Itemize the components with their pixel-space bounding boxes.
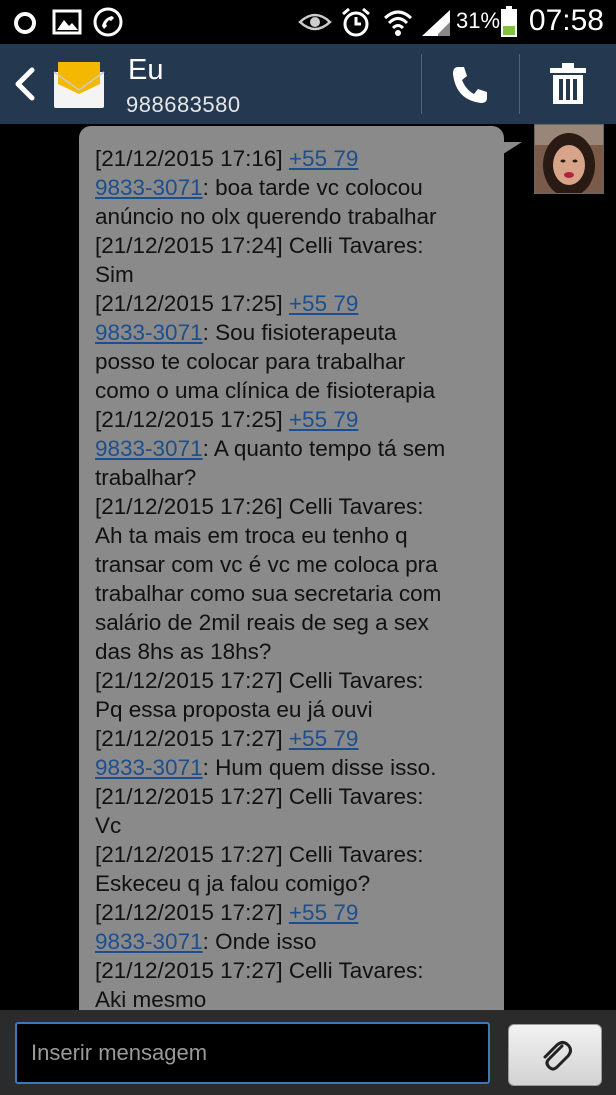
message-segment: [21/12/2015 17:26] Celli Tavares: — [95, 494, 424, 519]
message-segment: transar com vc é vc me coloca pra — [95, 552, 438, 577]
phone-icon[interactable] — [450, 64, 490, 111]
message-segment: Ah ta mais em troca eu tenho q — [95, 523, 408, 548]
message-line: Vc — [95, 811, 499, 840]
message-line: transar com vc é vc me coloca pra — [95, 550, 499, 579]
phone-number-link[interactable]: +55 79 — [289, 407, 358, 432]
phone-number-link[interactable]: 9833-3071 — [95, 175, 203, 200]
alarm-icon — [340, 6, 372, 43]
message-segment: [21/12/2015 17:27] Celli Tavares: — [95, 842, 424, 867]
message-line: 9833-3071: Hum quem disse isso. — [95, 753, 499, 782]
message-line: Ah ta mais em troca eu tenho q — [95, 521, 499, 550]
message-input[interactable] — [17, 1024, 488, 1082]
message-line: das 8hs as 18hs? — [95, 637, 499, 666]
paperclip-icon — [543, 1041, 572, 1071]
message-line: [21/12/2015 17:27] Celli Tavares: — [95, 666, 499, 695]
message-line: trabalhar como sua secretaria com — [95, 579, 499, 608]
message-segment: das 8hs as 18hs? — [95, 639, 272, 664]
message-line: [21/12/2015 17:25] +55 79 — [95, 289, 499, 318]
message-line: [21/12/2015 17:27] +55 79 — [95, 724, 499, 753]
message-line: Sim — [95, 260, 499, 289]
message-segment: [21/12/2015 17:27] Celli Tavares: — [95, 784, 424, 809]
message-line: Eskeceu q ja falou comigo? — [95, 869, 499, 898]
message-segment: Vc — [95, 813, 122, 838]
message-line: 9833-3071: Sou fisioterapeuta — [95, 318, 499, 347]
clock: 07:58 — [528, 4, 604, 37]
phone-number-link[interactable]: +55 79 — [289, 291, 358, 316]
phone-number-link[interactable]: 9833-3071 — [95, 755, 203, 780]
message-segment: [21/12/2015 17:27] — [95, 726, 289, 751]
back-arrow-icon[interactable] — [12, 66, 38, 107]
signal-icon — [420, 8, 452, 43]
battery-percent: 31% — [456, 8, 501, 33]
message-line: como o uma clínica de fisioterapia — [95, 376, 499, 405]
message-segment: [21/12/2015 17:25] — [95, 291, 289, 316]
message-segment: Sim — [95, 262, 134, 287]
message-segment: : A quanto tempo tá sem — [202, 436, 446, 461]
phone-number-link[interactable]: +55 79 — [289, 900, 358, 925]
avatar[interactable] — [534, 124, 604, 194]
eye-icon — [298, 10, 332, 39]
wifi-icon — [382, 6, 414, 43]
message-input-box[interactable] — [15, 1022, 490, 1084]
battery-icon — [500, 6, 518, 43]
divider — [421, 54, 422, 114]
message-text: [21/12/2015 17:16] +55 79 9833-3071: boa … — [95, 144, 499, 1010]
message-line: [21/12/2015 17:16] +55 79 — [95, 144, 499, 173]
message-line: [21/12/2015 17:27] +55 79 — [95, 898, 499, 927]
phone-number-link[interactable]: +55 79 — [289, 726, 358, 751]
message-segment: [21/12/2015 17:27] — [95, 900, 289, 925]
message-line: 9833-3071: A quanto tempo tá sem — [95, 434, 499, 463]
contact-number: 988683580 — [126, 92, 241, 117]
phone-number-link[interactable]: 9833-3071 — [95, 929, 203, 954]
conversation-view[interactable]: [21/12/2015 17:16] +55 79 9833-3071: boa … — [0, 124, 616, 1010]
message-line: [21/12/2015 17:27] Celli Tavares: — [95, 840, 499, 869]
message-segment: salário de 2mil reais de seg a sex — [95, 610, 429, 635]
message-line: [21/12/2015 17:24] Celli Tavares: — [95, 231, 499, 260]
message-line: anúncio no olx querendo trabalhar — [95, 202, 499, 231]
message-segment: trabalhar? — [95, 465, 197, 490]
message-line: 9833-3071: Onde isso — [95, 927, 499, 956]
message-line: posso te colocar para trabalhar — [95, 347, 499, 376]
message-line: Pq essa proposta eu já ouvi — [95, 695, 499, 724]
message-line: [21/12/2015 17:25] +55 79 — [95, 405, 499, 434]
trash-icon[interactable] — [548, 62, 588, 111]
message-line: 9833-3071: boa tarde vc colocou — [95, 173, 499, 202]
circle-notification-icon — [12, 10, 38, 41]
bubble-tail — [500, 142, 522, 156]
message-line: trabalhar? — [95, 463, 499, 492]
phone-number-link[interactable]: +55 79 — [289, 146, 358, 171]
phone-number-link[interactable]: 9833-3071 — [95, 436, 203, 461]
message-segment: [21/12/2015 17:25] — [95, 407, 289, 432]
message-segment: Eskeceu q ja falou comigo? — [95, 871, 371, 896]
message-segment: [21/12/2015 17:16] — [95, 146, 289, 171]
envelope-icon — [52, 58, 106, 115]
message-segment: Aki mesmo — [95, 987, 207, 1010]
message-segment: [21/12/2015 17:27] Celli Tavares: — [95, 668, 424, 693]
message-segment: posso te colocar para trabalhar — [95, 349, 406, 374]
message-segment: : Onde isso — [202, 929, 317, 954]
message-segment: trabalhar como sua secretaria com — [95, 581, 442, 606]
divider — [519, 54, 520, 114]
message-segment: : boa tarde vc colocou — [202, 175, 423, 200]
message-line: [21/12/2015 17:26] Celli Tavares: — [95, 492, 499, 521]
conversation-header: Eu 988683580 — [0, 44, 616, 124]
phone-number-link[interactable]: 9833-3071 — [95, 320, 203, 345]
compose-bar — [0, 1010, 616, 1095]
missed-call-icon — [92, 6, 124, 43]
message-line: salário de 2mil reais de seg a sex — [95, 608, 499, 637]
contact-name: Eu — [128, 54, 164, 86]
message-segment: : Hum quem disse isso. — [202, 755, 437, 780]
message-segment: anúncio no olx querendo trabalhar — [95, 204, 437, 229]
message-line: [21/12/2015 17:27] Celli Tavares: — [95, 956, 499, 985]
message-line: [21/12/2015 17:27] Celli Tavares: — [95, 782, 499, 811]
message-segment: Pq essa proposta eu já ouvi — [95, 697, 373, 722]
image-notification-icon — [52, 8, 82, 41]
message-segment: [21/12/2015 17:24] Celli Tavares: — [95, 233, 424, 258]
message-segment: como o uma clínica de fisioterapia — [95, 378, 436, 403]
attach-button[interactable] — [508, 1024, 602, 1086]
message-segment: [21/12/2015 17:27] Celli Tavares: — [95, 958, 424, 983]
message-line: Aki mesmo — [95, 985, 499, 1010]
status-bar: 31% 07:58 — [0, 0, 616, 44]
message-segment: : Sou fisioterapeuta — [202, 320, 397, 345]
